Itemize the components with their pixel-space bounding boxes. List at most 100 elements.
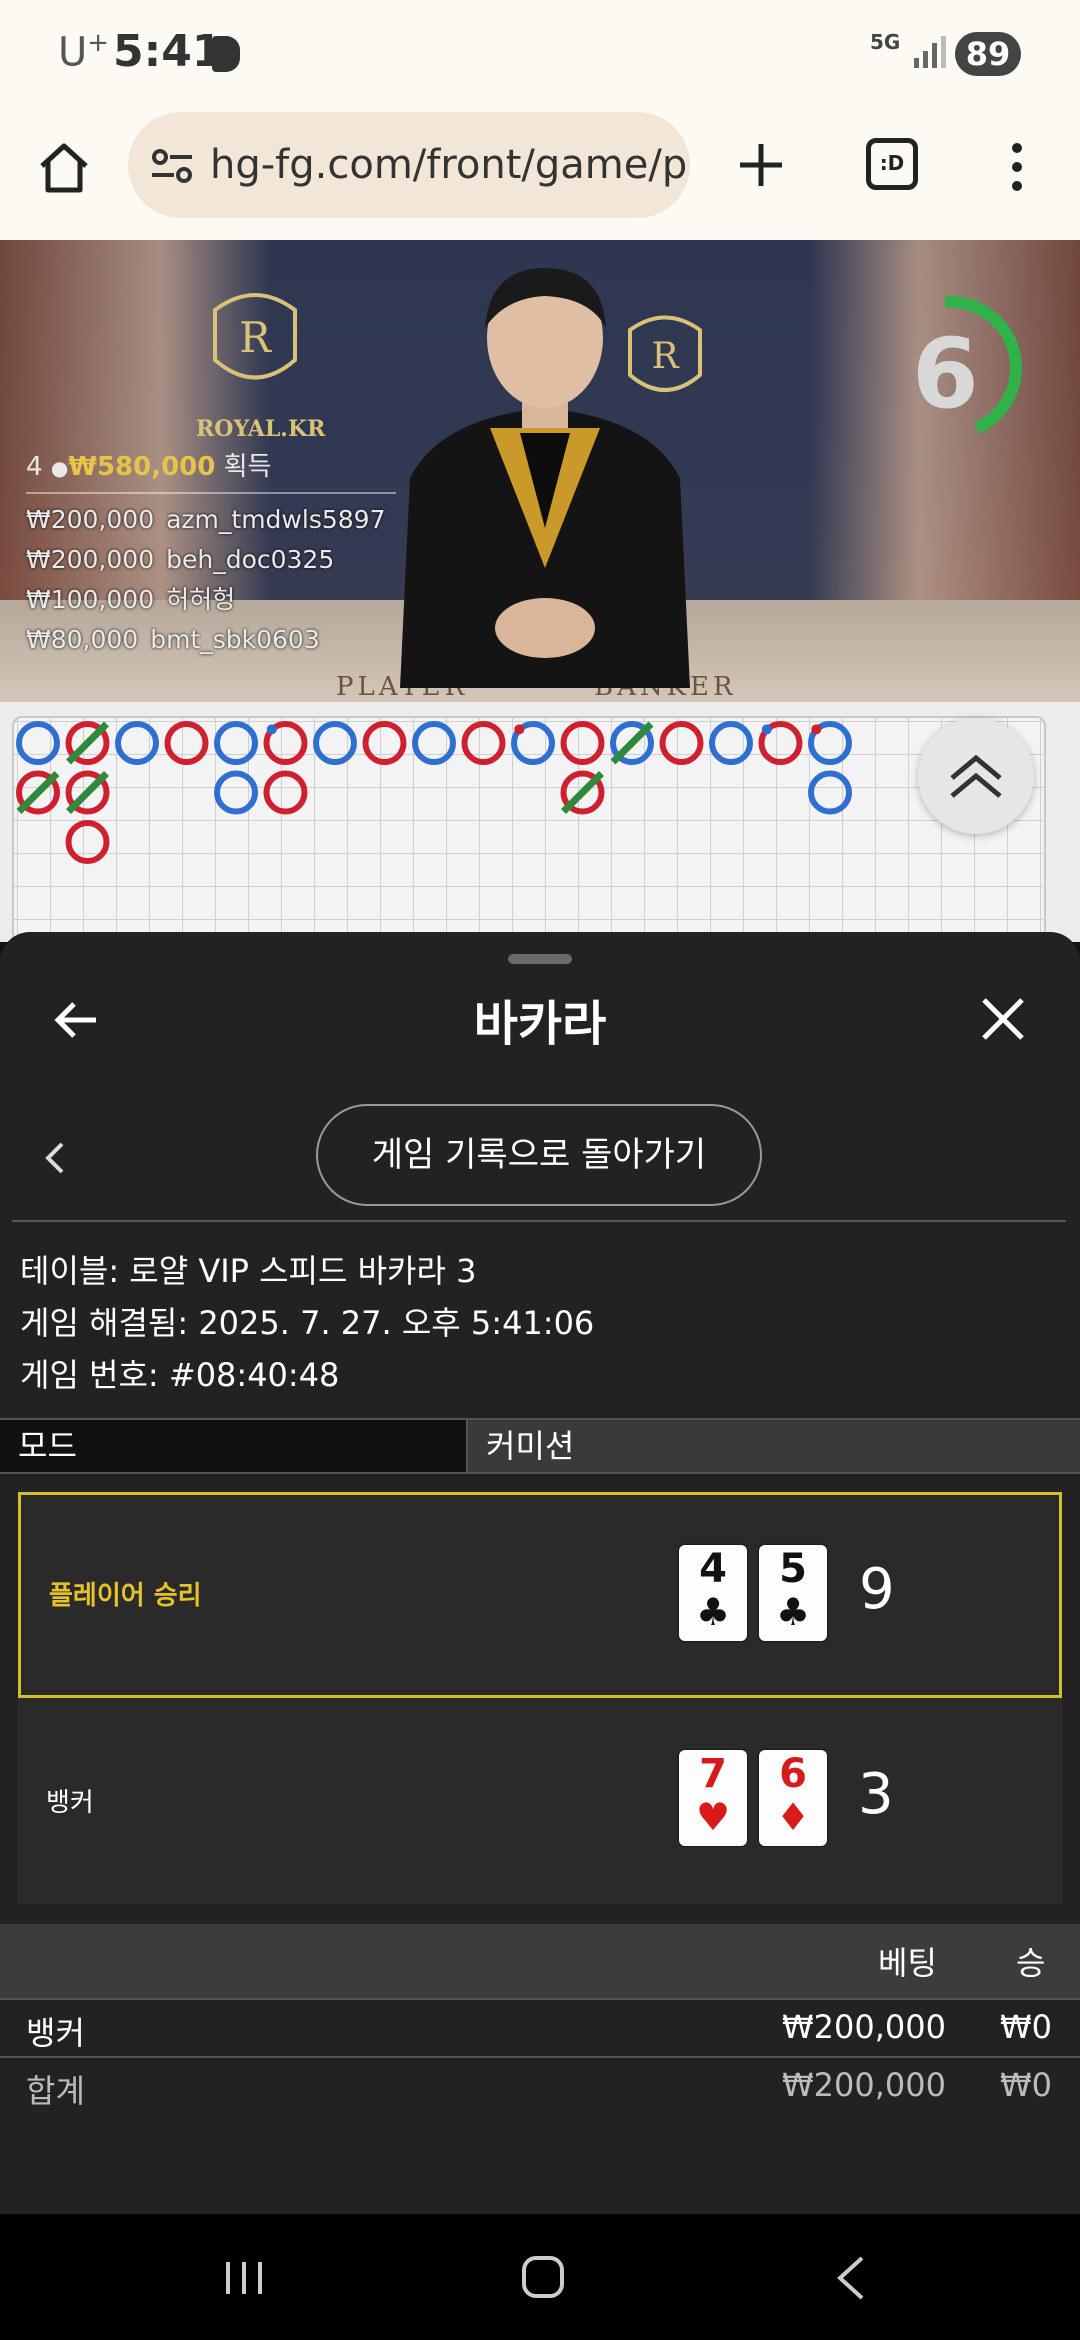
winners-count: 4 xyxy=(26,452,43,482)
win-column-header: 승 xyxy=(1016,1944,1046,1982)
person-icon: ● xyxy=(50,456,69,480)
pair-dot xyxy=(811,724,822,735)
result-label: 플레이어 승리 xyxy=(49,1581,202,1611)
carrier-text: U xyxy=(58,29,88,76)
bead-road xyxy=(0,702,1080,946)
pair-dot xyxy=(266,724,277,735)
player-bead xyxy=(214,721,258,765)
player-bead xyxy=(214,770,258,815)
winner-user: azm_tmdwls5897 xyxy=(166,505,386,534)
site-settings-icon[interactable] xyxy=(150,148,194,184)
winner-user: bmt_sbk0603 xyxy=(150,625,320,654)
dealer-figure xyxy=(400,268,690,688)
club-icon: ♣ xyxy=(695,1590,731,1634)
bet-row: 뱅커 ₩200,000 ₩0 xyxy=(0,1998,1080,2056)
banker-result-row: 뱅커 7 ♥ 6 ♦ 3 xyxy=(18,1698,1062,1904)
heart-icon: ♥ xyxy=(695,1795,731,1839)
diamond-icon: ♦ xyxy=(775,1795,811,1839)
club-icon: ♣ xyxy=(775,1590,811,1634)
hand-score: 9 xyxy=(859,1557,895,1622)
game-number: 게임 번호: #08:40:48 xyxy=(20,1356,340,1394)
winner-amount: ₩100,000 xyxy=(26,585,155,614)
result-label: 뱅커 xyxy=(46,1788,94,1818)
new-tab-icon[interactable] xyxy=(734,138,788,192)
mode-label: 모드 xyxy=(0,1420,466,1472)
banker-bead xyxy=(560,721,605,765)
expand-up-button[interactable] xyxy=(918,718,1034,834)
sheet-drag-handle[interactable] xyxy=(508,954,572,964)
return-to-history-button[interactable]: 게임 기록으로 돌아가기 xyxy=(316,1104,762,1206)
status-bar: U+ 5:41 5G 89 xyxy=(0,0,1080,108)
network-type: 5G xyxy=(870,30,901,54)
countdown-number: 6 xyxy=(912,318,979,430)
commission-label: 커미션 xyxy=(466,1420,1080,1472)
bead-road-marks xyxy=(16,721,852,864)
player-bead xyxy=(16,721,60,765)
url-text: hg-fg.com/front/game/p xyxy=(210,142,688,188)
live-video[interactable]: R ROYAL.KR R PLAYER BANKER 6 4 ●₩580,000 xyxy=(0,240,1080,702)
player-result-row: 플레이어 승리 4 ♣ 5 ♣ 9 xyxy=(18,1492,1062,1698)
bet-amount: ₩200,000 xyxy=(782,2008,946,2046)
playing-card: 5 ♣ xyxy=(759,1545,827,1641)
tabs-icon[interactable]: :D xyxy=(866,138,918,190)
browser-toolbar: hg-fg.com/front/game/p :D xyxy=(0,108,1080,240)
more-menu-icon[interactable] xyxy=(1002,142,1032,192)
banker-bead xyxy=(263,770,308,815)
divider xyxy=(12,1220,1066,1222)
winners-total: 4 ●₩580,000 획득 xyxy=(26,446,406,486)
chevron-left-icon[interactable] xyxy=(40,1138,70,1178)
banker-bead xyxy=(659,721,704,765)
player-bead xyxy=(808,770,852,815)
player-bead xyxy=(709,721,753,765)
nav-home-icon[interactable] xyxy=(522,2256,564,2298)
pair-dot xyxy=(514,724,525,735)
winner-row: ₩200,000 azm_tmdwls5897 xyxy=(26,500,406,540)
bet-name: 뱅커 xyxy=(26,2014,85,2052)
royal-crest-logo: R xyxy=(213,293,297,380)
bet-won: ₩0 xyxy=(1000,2008,1052,2046)
home-icon[interactable] xyxy=(34,138,94,198)
winner-user: 허허헝 xyxy=(166,585,236,614)
sheet-title: 바카라 xyxy=(473,996,607,1052)
winner-row: ₩80,000 bmt_sbk0603 xyxy=(26,620,406,660)
results-panel: 플레이어 승리 4 ♣ 5 ♣ 9 뱅커 7 ♥ 6 ♦ 3 xyxy=(18,1492,1062,1904)
nav-back-icon[interactable] xyxy=(832,2254,868,2302)
player-bead xyxy=(412,721,456,765)
card-rank: 5 xyxy=(779,1546,807,1592)
bet-total-row: 합계 ₩200,000 ₩0 xyxy=(0,2056,1080,2114)
carrier-sup: + xyxy=(87,28,110,58)
resolved-time: 게임 해결됨: 2025. 7. 27. 오후 5:41:06 xyxy=(20,1304,595,1342)
address-bar[interactable]: hg-fg.com/front/game/p xyxy=(128,112,690,218)
playing-card: 7 ♥ xyxy=(679,1750,747,1846)
hand-score: 3 xyxy=(858,1762,894,1827)
winners-total-amount: ₩580,000 xyxy=(68,452,216,482)
table-name: 테이블: 로얄 VIP 스피드 바카라 3 xyxy=(20,1252,477,1290)
total-name: 합계 xyxy=(26,2072,85,2110)
card-rank: 7 xyxy=(699,1751,727,1797)
winners-panel: 4 ●₩580,000 획득 ₩200,000 azm_tmdwls5897 ₩2… xyxy=(26,446,406,660)
bet-column-header: 베팅 xyxy=(878,1944,937,1982)
player-bead xyxy=(313,721,357,765)
winner-row: ₩200,000 beh_doc0325 xyxy=(26,540,406,580)
card-rank: 6 xyxy=(779,1751,807,1797)
banker-bead xyxy=(65,820,110,864)
close-icon[interactable] xyxy=(978,994,1028,1044)
banker-bead xyxy=(461,721,506,765)
total-amount: ₩200,000 xyxy=(782,2066,946,2104)
status-time: 5:41 xyxy=(113,26,223,77)
signal-icon xyxy=(914,36,946,68)
playing-card: 6 ♦ xyxy=(759,1750,827,1846)
player-bead xyxy=(115,721,159,765)
banker-bead xyxy=(362,721,407,765)
winners-divider xyxy=(26,492,396,494)
recent-apps-icon[interactable] xyxy=(222,2258,266,2298)
system-nav-bar xyxy=(0,2214,1080,2340)
banker-bead xyxy=(164,721,209,765)
winner-amount: ₩200,000 xyxy=(26,545,155,574)
bets-table-header: 베팅 승 xyxy=(0,1924,1080,1998)
pair-dot xyxy=(761,724,772,735)
winner-amount: ₩80,000 xyxy=(26,625,139,654)
crest-label: ROYAL.KR xyxy=(196,416,326,442)
carrier-label: U+ xyxy=(58,28,109,75)
winner-amount: ₩200,000 xyxy=(26,505,155,534)
